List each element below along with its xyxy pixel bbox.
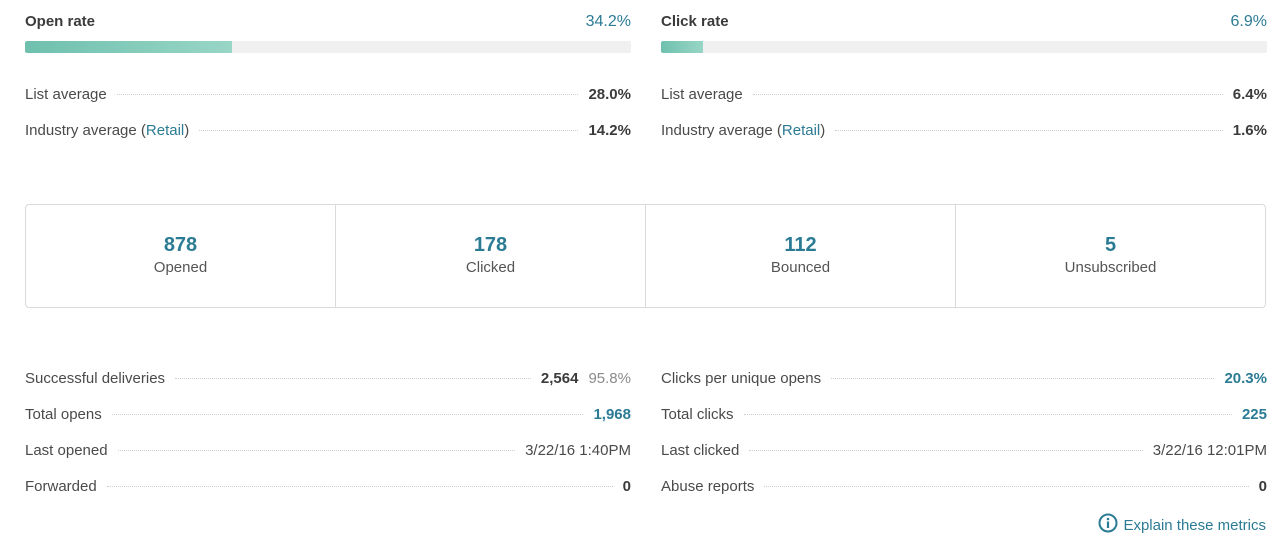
stat-label: Unsubscribed	[1064, 259, 1157, 276]
dotted-leader	[749, 450, 1143, 451]
click-industry-average-row: Industry average (Retail) 1.6%	[661, 122, 1267, 144]
dotted-leader	[111, 414, 584, 415]
industry-retail-link[interactable]: Retail	[782, 122, 820, 139]
click-list-average-row: List average 6.4%	[661, 86, 1267, 108]
explain-metrics-link[interactable]: Explain these metrics	[1098, 513, 1266, 537]
row-value: 1.6%	[1232, 122, 1267, 139]
dotted-leader	[743, 414, 1232, 415]
clicks-per-unique-opens-link[interactable]: 20.3%	[1224, 370, 1267, 387]
last-clicked-row: Last clicked 3/22/16 12:01PM	[661, 442, 1267, 464]
row-label: Forwarded	[25, 478, 97, 495]
dotted-leader	[199, 130, 579, 131]
open-industry-average-row: Industry average (Retail) 14.2%	[25, 122, 631, 144]
stat-label: Opened	[153, 259, 208, 276]
stat-number: 5	[1104, 234, 1117, 256]
last-opened-row: Last opened 3/22/16 1:40PM	[25, 442, 631, 464]
row-label: Total opens	[25, 406, 102, 423]
row-value: 14.2%	[588, 122, 631, 139]
info-icon	[1098, 513, 1123, 537]
click-rate-header: Click rate 6.9%	[661, 13, 1267, 35]
total-opens-row: Total opens 1,968	[25, 406, 631, 428]
stat-clicked[interactable]: 178 Clicked	[335, 205, 645, 307]
row-label: Clicks per unique opens	[661, 370, 822, 387]
industry-label-prefix: Industry average (	[25, 122, 146, 139]
row-value: 28.0%	[588, 86, 631, 103]
open-list-average-row: List average 28.0%	[25, 86, 631, 108]
dotted-leader	[106, 486, 613, 487]
forwarded-row: Forwarded 0	[25, 478, 631, 500]
row-value: 3/22/16 12:01PM	[1152, 442, 1267, 459]
row-value: 0	[622, 478, 631, 495]
dotted-leader	[764, 486, 1249, 487]
stat-number: 112	[784, 234, 817, 256]
stat-bounced[interactable]: 112 Bounced	[645, 205, 955, 307]
row-subvalue: 95.8%	[588, 370, 631, 387]
row-label: Last clicked	[661, 442, 740, 459]
abuse-reports-row: Abuse reports 0	[661, 478, 1267, 500]
stat-label: Bounced	[770, 259, 831, 276]
industry-label-prefix: Industry average (	[661, 122, 782, 139]
click-rate-progress-fill	[661, 41, 703, 53]
stat-unsubscribed[interactable]: 5 Unsubscribed	[955, 205, 1265, 307]
row-label: Last opened	[25, 442, 108, 459]
row-value: 0	[1258, 478, 1267, 495]
successful-deliveries-row: Successful deliveries 2,564 95.8%	[25, 370, 631, 392]
dotted-leader	[835, 130, 1223, 131]
industry-retail-link[interactable]: Retail	[146, 122, 184, 139]
row-label: Successful deliveries	[25, 370, 166, 387]
row-value: 3/22/16 1:40PM	[525, 442, 631, 459]
row-label: Industry average (Retail)	[661, 122, 825, 139]
open-rate-value: 34.2%	[585, 13, 631, 30]
total-opens-link[interactable]: 1,968	[593, 406, 631, 423]
row-label: Total clicks	[661, 406, 734, 423]
clicks-per-unique-opens-row: Clicks per unique opens 20.3%	[661, 370, 1267, 392]
industry-label-suffix: )	[820, 122, 826, 139]
total-clicks-link[interactable]: 225	[1242, 406, 1267, 423]
stat-number: 178	[473, 234, 508, 256]
stat-opened[interactable]: 878 Opened	[26, 205, 335, 307]
open-rate-title: Open rate	[25, 13, 96, 30]
row-label: Industry average (Retail)	[25, 122, 189, 139]
explain-metrics-label: Explain these metrics	[1123, 516, 1266, 534]
row-label: List average	[661, 86, 743, 103]
open-rate-header: Open rate 34.2%	[25, 13, 631, 35]
stat-label: Clicked	[465, 259, 516, 276]
industry-label-suffix: )	[184, 122, 190, 139]
click-rate-progress-bar	[661, 41, 1267, 53]
total-clicks-row: Total clicks 225	[661, 406, 1267, 428]
click-rate-value: 6.9%	[1230, 13, 1267, 30]
open-rate-progress-bar	[25, 41, 631, 53]
row-value: 2,564	[540, 370, 579, 387]
dotted-leader	[175, 378, 531, 379]
stats-summary-box: 878 Opened 178 Clicked 112 Bounced 5 Uns…	[25, 204, 1266, 308]
dotted-leader	[116, 94, 579, 95]
open-rate-progress-fill	[25, 41, 233, 53]
row-label: List average	[25, 86, 107, 103]
dotted-leader	[117, 450, 516, 451]
row-label: Abuse reports	[661, 478, 755, 495]
row-value: 6.4%	[1232, 86, 1267, 103]
stat-number: 878	[163, 234, 198, 256]
dotted-leader	[752, 94, 1223, 95]
dotted-leader	[831, 378, 1215, 379]
click-rate-title: Click rate	[661, 13, 729, 30]
